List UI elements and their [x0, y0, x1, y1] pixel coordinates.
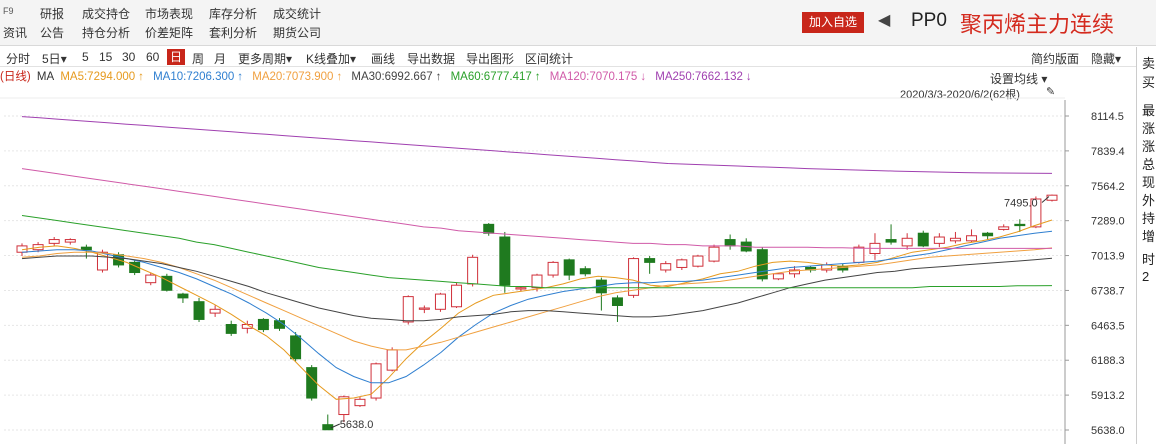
candle-body [451, 284, 463, 308]
candle-body [322, 424, 334, 431]
candle-body [563, 259, 575, 276]
side-label-total: 总 [1142, 157, 1156, 172]
low-annotation: 5638.0 [340, 419, 374, 431]
y-tick-label: 8114.5 [1091, 111, 1124, 123]
y-tick-label: 5638.0 [1091, 425, 1125, 437]
candle-body [64, 239, 76, 243]
candle-body [48, 239, 60, 244]
candle-body [547, 261, 559, 276]
candle-body [676, 259, 688, 268]
candle-body [193, 301, 205, 320]
candle-body [306, 367, 318, 399]
side-label-current: 现 [1142, 175, 1156, 190]
candle-body [483, 223, 495, 234]
kline-chart[interactable]: 8114.5 7839.4 7564.2 7289.0 7013.9 6738.7 6463… [0, 0, 1136, 444]
side-label-change: 涨 [1142, 121, 1156, 136]
y-tick-label: 7289.0 [1091, 216, 1125, 228]
candle-body [724, 239, 736, 247]
candle-body [145, 274, 157, 284]
candle-body [1014, 223, 1026, 227]
candle-body [515, 287, 527, 290]
side-label-open-interest: 持 [1142, 211, 1156, 226]
high-annotation: 7495.0 [1004, 198, 1038, 210]
candle-body [1046, 194, 1058, 201]
candle-body [966, 235, 978, 242]
candle-body [290, 335, 302, 360]
candle-body [531, 274, 543, 289]
candle-body [949, 237, 961, 242]
side-label-time-value: 2 [1142, 269, 1150, 284]
candle-body [177, 293, 189, 299]
side-label-increase: 增 [1142, 229, 1156, 244]
candle-body [692, 255, 704, 267]
side-label-high: 最 [1142, 103, 1156, 118]
candle-body [708, 246, 720, 262]
candle-body [579, 268, 591, 275]
candle-body [467, 256, 479, 285]
candle-body [80, 246, 92, 251]
side-label-sell: 卖 [1142, 56, 1156, 71]
candle-body [933, 236, 945, 244]
candle-body [998, 226, 1010, 230]
side-label-time: 时 [1142, 252, 1156, 267]
quote-side-panel: 卖 买 最 涨 涨 总 现 外 持 增 时 2 [1136, 47, 1156, 444]
candle-body [982, 232, 994, 237]
y-tick-label: 6188.3 [1091, 355, 1125, 367]
ma-line-ma5 [21, 219, 1053, 400]
side-label-buy: 买 [1142, 75, 1156, 90]
y-tick-label: 6463.5 [1091, 320, 1125, 332]
ma-line-ma20 [21, 247, 1053, 351]
candle-body [772, 273, 784, 280]
candle-body [418, 307, 430, 310]
candle-body [917, 232, 929, 247]
candle-body [225, 324, 237, 334]
candle-body [354, 398, 366, 407]
candle-body [644, 258, 656, 263]
candle-body [257, 318, 269, 331]
y-tick-label: 7564.2 [1091, 181, 1125, 193]
y-tick-label: 6738.7 [1091, 285, 1125, 297]
candle-body [901, 237, 913, 247]
y-tick-label: 7013.9 [1091, 251, 1125, 263]
candle-body [434, 293, 446, 310]
candle-body [885, 239, 897, 243]
candle-body [611, 297, 623, 306]
candle-body [386, 349, 398, 371]
side-label-change-pct: 涨 [1142, 139, 1156, 154]
candle-body [660, 263, 672, 271]
ma-line-ma250 [21, 116, 1053, 174]
y-tick-label: 7839.4 [1091, 146, 1125, 158]
candle-body [853, 246, 865, 263]
candle-body [499, 236, 511, 286]
ma-line-ma120 [21, 168, 1052, 249]
candle-body [402, 296, 414, 323]
side-label-outer: 外 [1142, 193, 1156, 208]
y-tick-label: 5913.2 [1091, 390, 1125, 402]
candle-body [209, 308, 221, 314]
